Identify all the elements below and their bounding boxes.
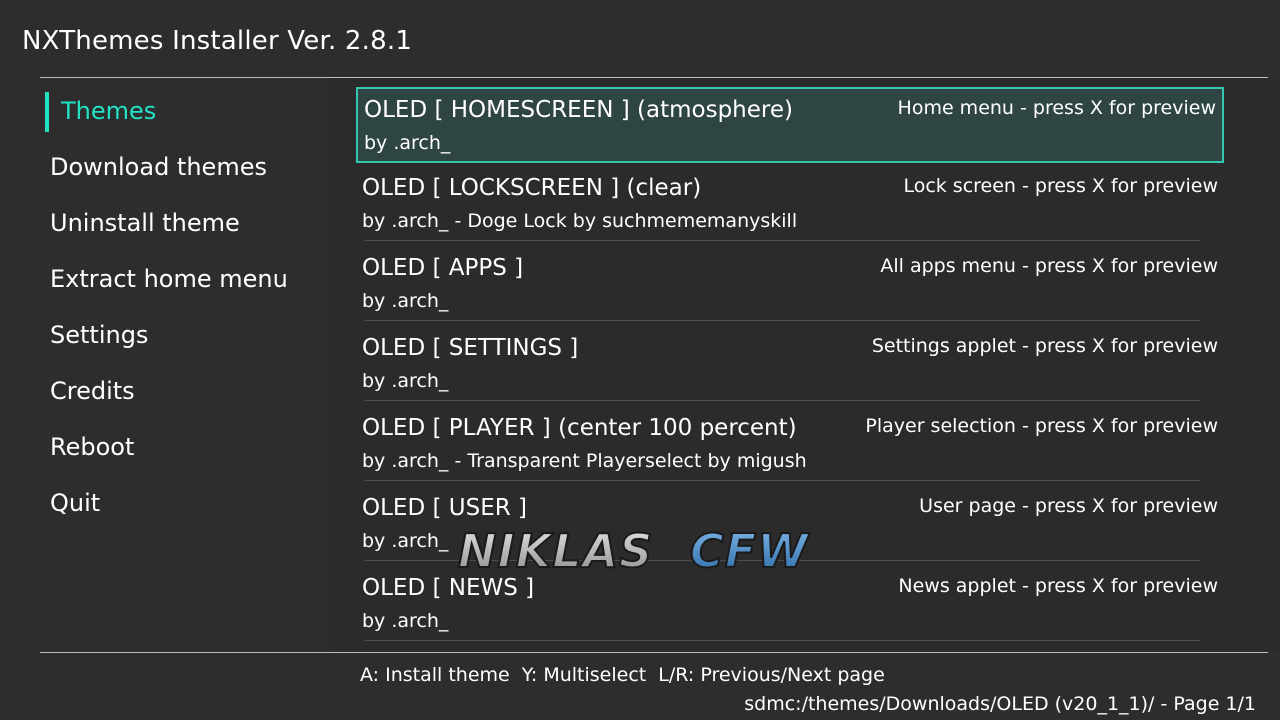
theme-name: OLED [ HOMESCREEN ] (atmosphere) (364, 97, 793, 123)
theme-author: by .arch_ (362, 530, 449, 552)
row-divider (364, 560, 1200, 561)
theme-author: by .arch_ (362, 290, 449, 312)
theme-row-apps[interactable]: OLED [ APPS ] by .arch_ All apps menu - … (356, 247, 1224, 323)
theme-name: OLED [ LOCKSCREEN ] (clear) (362, 175, 702, 201)
theme-name: OLED [ USER ] (362, 495, 527, 521)
row-divider (364, 400, 1200, 401)
sidebar-item-uninstall-theme[interactable]: Uninstall theme (50, 209, 240, 237)
row-divider (364, 480, 1200, 481)
theme-author: by .arch_ - Transparent Playerselect by … (362, 450, 807, 472)
theme-target: News applet - press X for preview (898, 575, 1218, 597)
sidebar-item-reboot[interactable]: Reboot (50, 433, 134, 461)
sidebar-item-download-themes[interactable]: Download themes (50, 153, 267, 181)
theme-author: by .arch_ - Doge Lock by suchmememanyski… (362, 210, 798, 232)
theme-author: by .arch_ (362, 610, 449, 632)
theme-target: User page - press X for preview (919, 495, 1218, 517)
row-divider (364, 320, 1200, 321)
theme-target: Settings applet - press X for preview (871, 335, 1218, 357)
theme-name: OLED [ PLAYER ] (center 100 percent) (362, 415, 797, 441)
theme-target: Home menu - press X for preview (897, 97, 1216, 119)
theme-row-user[interactable]: OLED [ USER ] by .arch_ User page - pres… (356, 487, 1224, 563)
theme-row-news[interactable]: OLED [ NEWS ] by .arch_ News applet - pr… (356, 567, 1224, 643)
theme-name: OLED [ NEWS ] (362, 575, 535, 601)
theme-target: Player selection - press X for preview (865, 415, 1218, 437)
theme-target: Lock screen - press X for preview (903, 175, 1218, 197)
controls-hint: A: Install theme Y: Multiselect L/R: Pre… (360, 664, 885, 686)
sidebar-item-credits[interactable]: Credits (50, 377, 135, 405)
path-status: sdmc:/themes/Downloads/OLED (v20_1_1)/ -… (744, 693, 1256, 715)
footer-divider (40, 652, 1268, 653)
row-divider (364, 640, 1200, 641)
row-divider (364, 240, 1200, 241)
app-title: NXThemes Installer Ver. 2.8.1 (22, 26, 413, 56)
sidebar-item-quit[interactable]: Quit (50, 489, 100, 517)
theme-row-settings[interactable]: OLED [ SETTINGS ] by .arch_ Settings app… (356, 327, 1224, 403)
theme-row-lockscreen[interactable]: OLED [ LOCKSCREEN ] (clear) by .arch_ - … (356, 167, 1224, 243)
theme-row-homescreen[interactable]: OLED [ HOMESCREEN ] (atmosphere) by .arc… (356, 87, 1224, 163)
theme-author: by .arch_ (364, 132, 451, 154)
sidebar-item-settings[interactable]: Settings (50, 321, 148, 349)
theme-name: OLED [ SETTINGS ] (362, 335, 579, 361)
sidebar-item-themes[interactable]: Themes (61, 97, 156, 125)
sidebar-item-extract-home-menu[interactable]: Extract home menu (50, 265, 288, 293)
theme-target: All apps menu - press X for preview (880, 255, 1218, 277)
theme-row-player[interactable]: OLED [ PLAYER ] (center 100 percent) by … (356, 407, 1224, 483)
active-indicator (45, 92, 49, 132)
theme-name: OLED [ APPS ] (362, 255, 524, 281)
theme-author: by .arch_ (362, 370, 449, 392)
